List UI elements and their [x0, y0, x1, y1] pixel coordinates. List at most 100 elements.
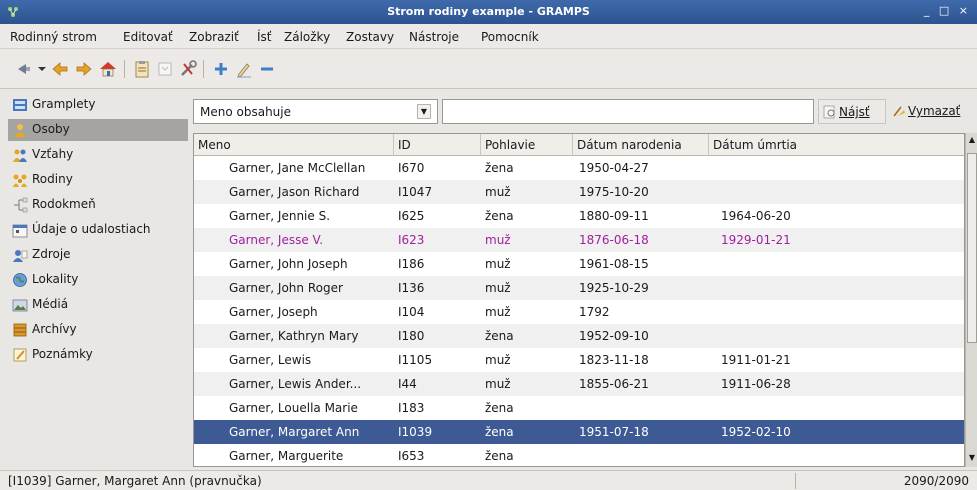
sidebar-item-label: Gramplety [32, 97, 96, 111]
table-row[interactable]: Garner, Lewis I1105 muž 1823-11-18 1911-01-2… [194, 348, 964, 372]
table-row[interactable]: Garner, Jesse V. I623 muž 1876-06-18 1929-01… [194, 228, 964, 252]
cell-name: Garner, Jennie S. [229, 209, 331, 223]
window-controls[interactable]: _ □ × [924, 4, 971, 17]
cell-birth-date: 1876-06-18 [579, 233, 649, 247]
status-text: [I1039] Garner, Margaret Ann (pravnučka) [8, 474, 262, 488]
table-header: Meno ID Pohlavie Dátum narodenia Dátum ú… [194, 134, 964, 156]
add-icon[interactable] [211, 59, 231, 79]
clear-button[interactable]: Vymazať [888, 99, 977, 124]
chevron-down-icon[interactable]: ▼ [417, 104, 431, 119]
column-header-datum-narodenia[interactable]: Dátum narodenia [573, 134, 709, 156]
clipboard-icon[interactable] [132, 59, 152, 79]
sidebar-item-rodiny[interactable]: Rodiny [8, 169, 188, 191]
table-row[interactable]: Garner, Joseph I104 muž 1792 [194, 300, 964, 324]
filter-select-value: Meno obsahuje [200, 105, 291, 119]
sidebar-item-label: Lokality [32, 272, 79, 286]
broom-icon [893, 106, 905, 117]
menu-zalozky[interactable]: Záložky [284, 30, 330, 44]
cell-id: I104 [398, 305, 425, 319]
edit-icon[interactable] [234, 59, 254, 79]
cell-gender: muž [485, 281, 511, 295]
chevron-down-icon[interactable] [32, 59, 46, 79]
cell-name: Garner, Margaret Ann [229, 425, 360, 439]
table-row[interactable]: Garner, John Joseph I186 muž 1961-08-15 [194, 252, 964, 276]
sidebar-item-label: Archívy [32, 322, 77, 336]
cell-id: I1105 [398, 353, 433, 367]
table-row[interactable]: Garner, Louella Marie I183 žena [194, 396, 964, 420]
table-row[interactable]: Garner, Marguerite I653 žena [194, 444, 964, 466]
tools-icon[interactable] [178, 59, 198, 79]
column-header-id[interactable]: ID [394, 134, 481, 156]
cell-birth-date: 1855-06-21 [579, 377, 649, 391]
sidebar-item-label: Vzťahy [32, 147, 74, 161]
families-icon [13, 174, 27, 187]
clear-button-label: Vymazať [908, 104, 961, 118]
search-input[interactable] [442, 99, 814, 124]
vertical-scrollbar[interactable]: ▲ ▼ [965, 133, 977, 467]
arrow-right-icon[interactable] [74, 59, 94, 79]
sidebar-item-zdroje[interactable]: Zdroje [8, 244, 188, 266]
cell-gender: muž [485, 257, 511, 271]
cell-gender: muž [485, 233, 511, 247]
cell-gender: muž [485, 185, 511, 199]
cell-id: I623 [398, 233, 425, 247]
column-header-meno[interactable]: Meno [194, 134, 394, 156]
table-row[interactable]: Garner, Lewis Ander... I44 muž 1855-06-21 19… [194, 372, 964, 396]
people-table: Meno ID Pohlavie Dátum narodenia Dátum ú… [193, 133, 965, 467]
menu-pomocnik[interactable]: Pomocník [481, 30, 539, 44]
scrollbar-thumb[interactable] [967, 153, 977, 343]
column-header-pohlavie[interactable]: Pohlavie [481, 134, 573, 156]
scroll-up-icon[interactable]: ▲ [967, 135, 977, 147]
sidebar-item-archivy[interactable]: Archívy [8, 319, 188, 341]
cell-birth-date: 1950-04-27 [579, 161, 649, 175]
table-row[interactable]: Garner, Jason Richard I1047 muž 1975-10-20 [194, 180, 964, 204]
sidebar-item-label: Osoby [32, 122, 70, 136]
sources-icon [13, 250, 28, 262]
table-row[interactable]: Garner, Kathryn Mary I180 žena 1952-09-10 [194, 324, 964, 348]
menu-ist[interactable]: Ísť [257, 30, 272, 44]
cell-id: I625 [398, 209, 425, 223]
table-row[interactable]: Garner, John Roger I136 muž 1925-10-29 [194, 276, 964, 300]
cell-gender: žena [485, 425, 514, 439]
menu-rodinny-strom[interactable]: Rodinný strom [10, 30, 97, 44]
filter-select[interactable]: Meno obsahuje ▼ [193, 99, 438, 124]
menu-bar: Rodinný strom Editovať Zobraziť Ísť Zálo… [0, 24, 977, 49]
cell-birth-date: 1823-11-18 [579, 353, 649, 367]
sidebar-item-vztahy[interactable]: Vzťahy [8, 144, 188, 166]
sidebar-item-lokality[interactable]: Lokality [8, 269, 188, 291]
arrow-left-icon[interactable] [50, 59, 70, 79]
table-row[interactable]: Garner, Jane McClellan I670 žena 1950-04-27 [194, 156, 964, 180]
menu-zobrazit[interactable]: Zobraziť [189, 30, 239, 44]
gramplets-icon [13, 99, 27, 111]
back-history-icon[interactable] [12, 59, 32, 79]
column-header-datum-umrtia[interactable]: Dátum úmrtia [709, 134, 964, 156]
sidebar-item-label: Poznámky [32, 347, 93, 361]
remove-icon[interactable] [257, 59, 277, 79]
cell-death-date: 1964-06-20 [721, 209, 791, 223]
cell-id: I186 [398, 257, 425, 271]
menu-zostavy[interactable]: Zostavy [346, 30, 394, 44]
scroll-down-icon[interactable]: ▼ [967, 453, 977, 465]
sidebar-item-poznamky[interactable]: Poznámky [8, 344, 188, 366]
menu-editovat[interactable]: Editovať [123, 30, 173, 44]
sidebar-item-media[interactable]: Médiá [8, 294, 188, 316]
cell-death-date: 1911-06-28 [721, 377, 791, 391]
find-button[interactable]: Nájsť [818, 99, 886, 124]
sidebar-item-udaje-o-udalostiach[interactable]: Údaje o udalostiach [8, 219, 188, 241]
cell-gender: žena [485, 401, 514, 415]
toolbar-separator [203, 60, 204, 78]
cell-gender: žena [485, 329, 514, 343]
sidebar-item-rodokmen[interactable]: Rodokmeň [8, 194, 188, 216]
sidebar-item-osoby[interactable]: Osoby [8, 119, 188, 141]
table-row[interactable]: Garner, Jennie S. I625 žena 1880-09-11 1964-… [194, 204, 964, 228]
cell-id: I670 [398, 161, 425, 175]
cell-name: Garner, Jason Richard [229, 185, 360, 199]
menu-nastroje[interactable]: Nástroje [409, 30, 459, 44]
sidebar-item-gramplety[interactable]: Gramplety [8, 94, 188, 116]
relationships-icon [13, 149, 27, 162]
cell-id: I653 [398, 449, 425, 463]
table-row[interactable]: Garner, Margaret Ann I1039 žena 1951-07-18 1… [194, 420, 964, 444]
merge-icon[interactable] [155, 59, 175, 79]
cell-name: Garner, Louella Marie [229, 401, 358, 415]
home-icon[interactable] [98, 59, 118, 79]
